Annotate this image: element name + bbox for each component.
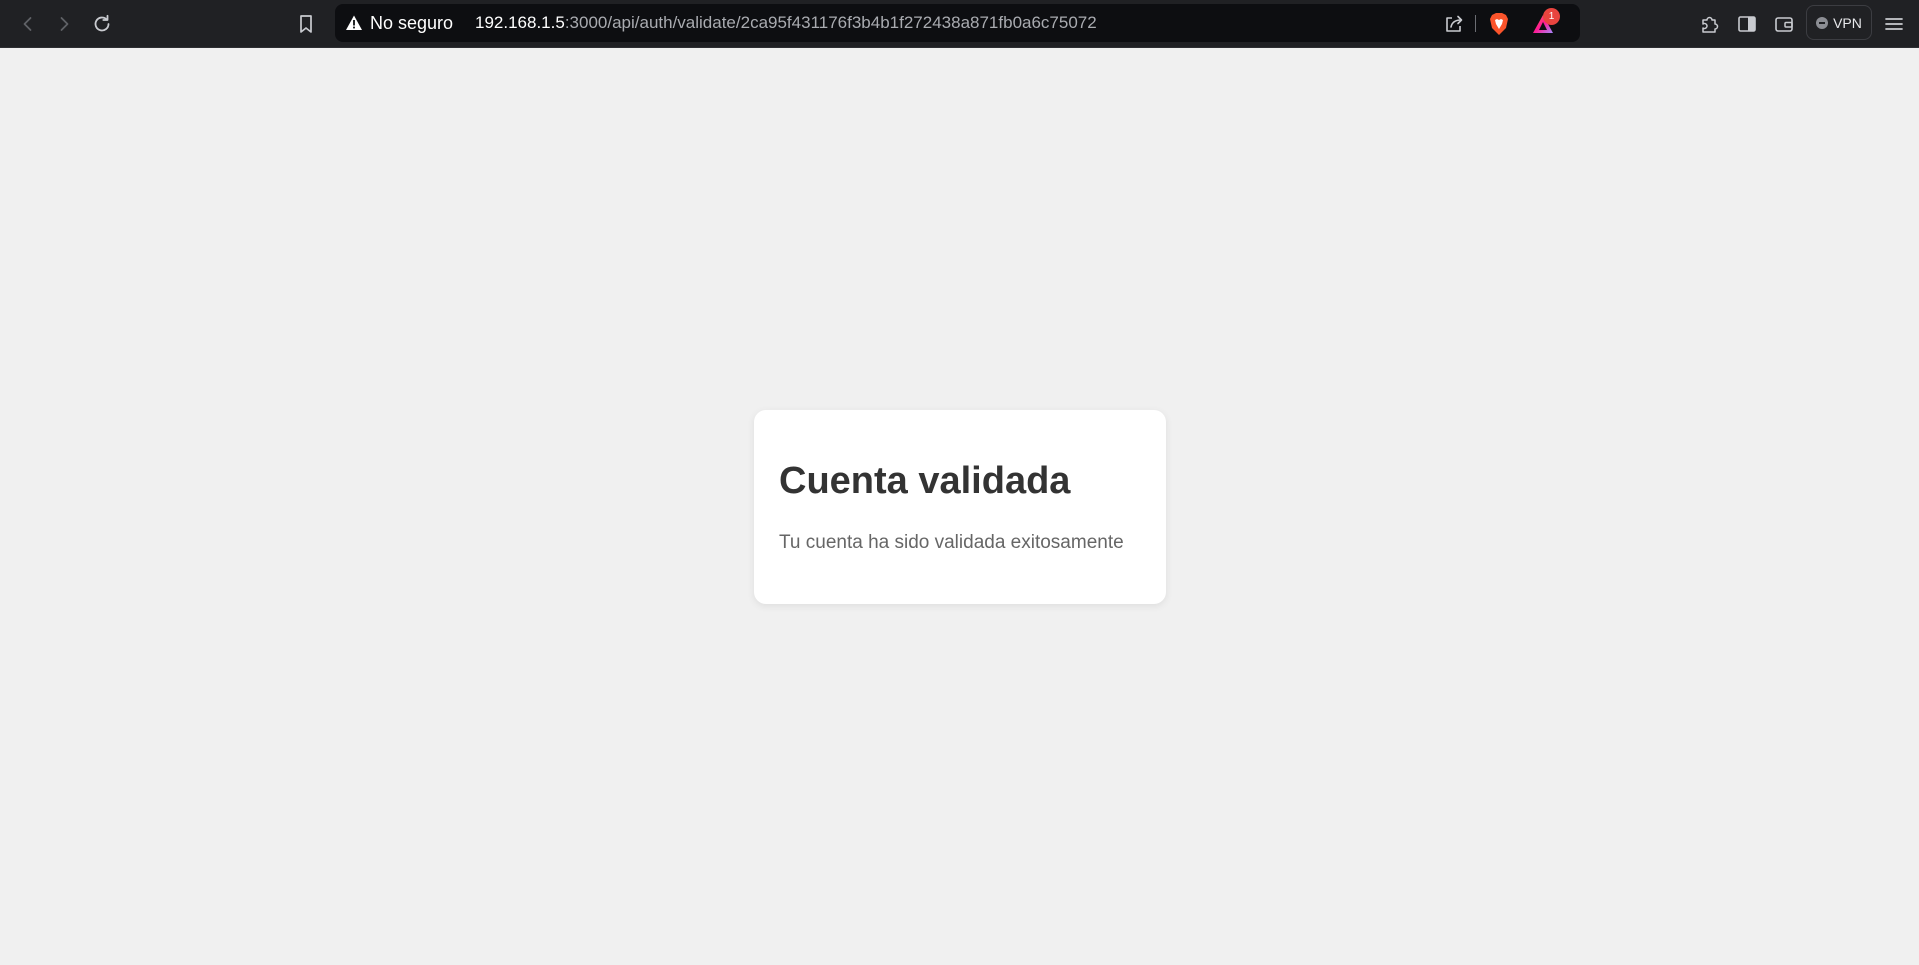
wallet-button[interactable] — [1768, 8, 1800, 40]
validation-message: Tu cuenta ha sido validada exitosamente — [779, 532, 1124, 553]
vpn-label: VPN — [1833, 14, 1862, 31]
wallet-icon — [1775, 17, 1793, 32]
bookmark-button[interactable] — [290, 8, 322, 40]
browser-toolbar: No seguro 192.168.1.5:3000/api/auth/vali… — [0, 0, 1919, 48]
address-bar[interactable]: No seguro 192.168.1.5:3000/api/auth/vali… — [335, 4, 1580, 42]
sidebar-button[interactable] — [1731, 8, 1763, 40]
url-path: :3000/api/auth/validate/2ca95f431176f3b4… — [564, 13, 1097, 32]
menu-button[interactable] — [1878, 8, 1910, 40]
url-divider — [1475, 15, 1476, 32]
rewards-badge: 1 — [1543, 8, 1560, 25]
extensions-button[interactable] — [1694, 8, 1726, 40]
menu-icon — [1885, 18, 1903, 30]
bookmark-icon — [300, 15, 312, 33]
forward-icon — [60, 17, 69, 31]
security-label[interactable]: No seguro — [370, 13, 453, 34]
url-text[interactable]: 192.168.1.5:3000/api/auth/validate/2ca95… — [475, 13, 1097, 33]
sidebar-icon — [1738, 16, 1756, 32]
validation-card: Cuenta validada Tu cuenta ha sido valida… — [754, 410, 1166, 604]
warning-icon — [346, 15, 362, 30]
vpn-status-icon — [1816, 16, 1829, 29]
page-title: Cuenta validada — [779, 460, 1071, 502]
url-host: 192.168.1.5 — [475, 13, 565, 32]
vpn-button[interactable]: VPN — [1806, 5, 1872, 40]
forward-button[interactable] — [48, 8, 80, 40]
extensions-icon — [1702, 16, 1719, 33]
back-icon — [23, 17, 32, 31]
share-icon[interactable] — [1443, 13, 1465, 35]
reload-icon — [94, 14, 110, 32]
reload-button[interactable] — [86, 8, 118, 40]
back-button[interactable] — [12, 8, 44, 40]
brave-shields-icon[interactable] — [1488, 12, 1510, 36]
